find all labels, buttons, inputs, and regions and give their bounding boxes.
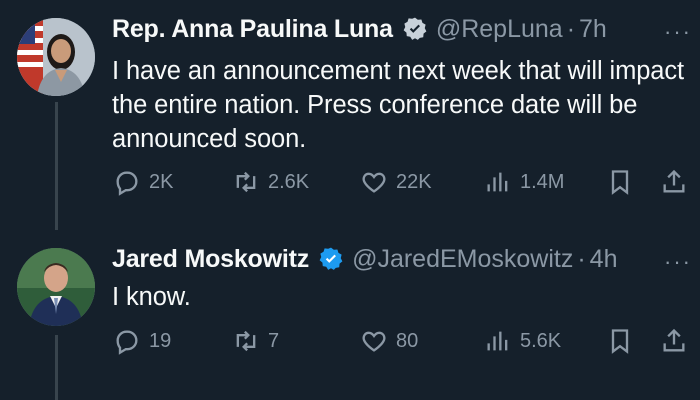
tweet-header: Jared Moskowitz @JaredEMoskowitz · 4h <box>112 244 617 274</box>
retweet-count: 7 <box>268 329 280 352</box>
views-count: 1.4M <box>520 170 565 193</box>
tweet-header: Rep. Anna Paulina Luna @RepLuna · 7h <box>112 14 607 44</box>
bookmark-icon <box>611 329 629 354</box>
verified-badge-icon <box>402 16 428 42</box>
tweet-actions: 2K 2.6K 22K 1.4M <box>0 168 700 202</box>
share-icon <box>663 169 685 193</box>
timestamp[interactable]: 7h <box>579 14 607 44</box>
timestamp[interactable]: 4h <box>590 244 618 274</box>
reply-button[interactable]: 2K <box>113 168 173 196</box>
retweet-button[interactable]: 2.6K <box>232 168 309 196</box>
display-name[interactable]: Rep. Anna Paulina Luna <box>112 14 393 44</box>
retweet-icon <box>236 171 256 193</box>
views-icon <box>487 172 508 192</box>
like-button[interactable]: 22K <box>360 168 432 196</box>
verified-badge-icon <box>318 246 344 272</box>
more-icon[interactable]: ··· <box>664 21 692 43</box>
tweet-text: I have an announcement next week that wi… <box>112 57 685 153</box>
tweet-2[interactable]: Jared Moskowitz @JaredEMoskowitz · 4h ··… <box>0 230 700 400</box>
retweet-button[interactable]: 7 <box>232 327 279 355</box>
separator-dot: · <box>577 245 586 273</box>
share-button[interactable] <box>660 168 688 196</box>
like-icon <box>362 331 386 352</box>
share-button[interactable] <box>660 327 688 355</box>
user-handle[interactable]: @RepLuna <box>436 14 563 44</box>
share-icon <box>663 328 685 352</box>
display-name[interactable]: Jared Moskowitz <box>112 244 309 274</box>
tweet-text: I know. <box>112 283 191 311</box>
bookmark-icon <box>611 170 629 195</box>
views-button[interactable]: 5.6K <box>484 327 561 355</box>
bookmark-button[interactable] <box>606 327 634 355</box>
like-button[interactable]: 80 <box>360 327 418 355</box>
views-icon <box>487 331 508 351</box>
retweet-count: 2.6K <box>268 170 310 193</box>
bookmark-button[interactable] <box>606 168 634 196</box>
like-count: 22K <box>396 170 432 193</box>
tweet-1[interactable]: Rep. Anna Paulina Luna @RepLuna · 7h ···… <box>0 0 700 230</box>
reply-count: 2K <box>149 170 174 193</box>
like-count: 80 <box>396 329 419 352</box>
more-icon[interactable]: ··· <box>664 251 692 273</box>
avatar-image <box>17 18 95 96</box>
views-count: 5.6K <box>520 329 562 352</box>
avatar-image <box>17 248 95 326</box>
reply-count: 19 <box>149 329 172 352</box>
reply-button[interactable]: 19 <box>113 327 171 355</box>
tweet-actions: 19 7 80 5.6K <box>0 327 700 361</box>
avatar[interactable] <box>17 18 95 96</box>
separator-dot: · <box>566 15 576 43</box>
reply-icon <box>116 330 138 355</box>
user-handle[interactable]: @JaredEMoskowitz <box>352 244 573 274</box>
avatar[interactable] <box>17 248 95 326</box>
reply-icon <box>116 171 138 196</box>
views-button[interactable]: 1.4M <box>484 168 564 196</box>
retweet-icon <box>236 330 256 352</box>
like-icon <box>362 172 386 193</box>
